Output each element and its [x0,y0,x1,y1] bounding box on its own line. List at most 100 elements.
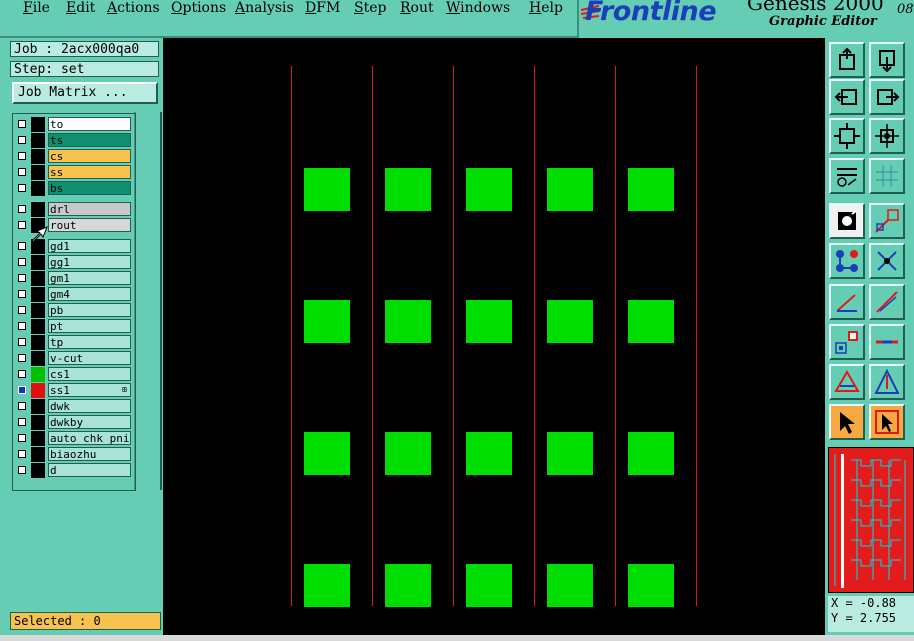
layer-row[interactable]: ts [13,133,133,148]
layer-checkbox[interactable] [18,242,26,250]
pad-feature[interactable] [547,168,593,211]
center-button[interactable] [869,118,905,154]
layer-row[interactable]: gg1 [13,255,133,270]
layer-row[interactable]: pb [13,303,133,318]
layer-row[interactable]: drl [13,202,133,217]
layer-checkbox[interactable] [18,136,26,144]
layer-checkbox[interactable] [18,386,26,394]
pad-add-button[interactable] [829,324,865,360]
layer-checkbox[interactable] [18,322,26,330]
pad-feature[interactable] [628,432,674,475]
measure-button[interactable] [829,158,865,194]
layer-name[interactable]: to [48,117,131,131]
menu-windows[interactable]: Windows [446,0,510,16]
layer-checkbox[interactable] [18,120,26,128]
pad-feature[interactable] [385,432,431,475]
layer-checkbox[interactable] [18,221,26,229]
menu-step[interactable]: Step [354,0,386,16]
menu-actions[interactable]: Actions [107,0,160,16]
layer-color-swatch[interactable] [31,165,45,180]
layer-name[interactable]: ss1 [48,383,131,397]
layer-checkbox[interactable] [18,402,26,410]
pan-right-button[interactable] [869,79,905,115]
pad-feature[interactable] [466,432,512,475]
layer-checkbox[interactable] [18,370,26,378]
menu-help[interactable]: Help [529,0,563,16]
layer-checkbox[interactable] [18,184,26,192]
layer-color-swatch[interactable] [31,447,45,462]
snap-button[interactable] [869,203,905,239]
pad-feature[interactable] [304,564,350,607]
layer-color-swatch[interactable] [31,319,45,334]
layer-checkbox[interactable] [18,274,26,282]
arrow-triangle-button[interactable] [869,364,905,400]
layer-checkbox[interactable] [18,418,26,426]
menu-edit[interactable]: Edit [66,0,95,16]
layer-color-swatch[interactable] [31,383,45,398]
layer-name[interactable]: pb [48,303,131,317]
layer-name[interactable]: cs1 [48,367,131,381]
layer-name[interactable]: bs [48,181,131,195]
layer-color-swatch[interactable] [31,367,45,382]
layer-color-swatch[interactable] [31,431,45,446]
layer-row[interactable]: biaozhu [13,447,133,462]
layer-color-swatch[interactable] [31,271,45,286]
layer-color-swatch[interactable] [31,415,45,430]
layer-checkbox[interactable] [18,434,26,442]
menu-rout[interactable]: Rout [400,0,434,16]
layer-row[interactable]: ss1 ⊞ [13,383,133,398]
layer-row[interactable]: dwk [13,399,133,414]
pad-feature[interactable] [547,432,593,475]
fit-button[interactable] [829,118,865,154]
pad-feature[interactable] [466,564,512,607]
layer-checkbox[interactable] [18,354,26,362]
pad-feature[interactable] [628,168,674,211]
grid-button[interactable] [869,158,905,194]
pointer-button[interactable] [829,404,865,440]
layer-color-swatch[interactable] [31,335,45,350]
layer-row[interactable]: dwkby [13,415,133,430]
graphic-canvas[interactable] [163,38,825,635]
layer-color-swatch[interactable] [31,149,45,164]
layer-name[interactable]: v-cut [48,351,131,365]
layer-name[interactable]: ts [48,133,131,147]
layer-name[interactable]: gm4 [48,287,131,301]
menu-file[interactable]: File [23,0,50,16]
feature-select-button[interactable] [829,203,865,239]
layer-name[interactable]: rout [48,218,131,232]
pan-left-button[interactable] [829,79,865,115]
menu-analysis[interactable]: Analysis [235,0,294,16]
layer-row[interactable]: cs1 [13,367,133,382]
pad-feature[interactable] [628,564,674,607]
layer-color-swatch[interactable] [31,133,45,148]
layer-checkbox[interactable] [18,168,26,176]
layer-row[interactable]: gm1 [13,271,133,286]
layer-color-swatch[interactable] [31,287,45,302]
layer-row[interactable]: auto_chk_pni [13,431,133,446]
pad-feature[interactable] [466,168,512,211]
layer-color-swatch[interactable] [31,181,45,196]
zoom-in-button[interactable] [829,42,865,78]
pad-feature[interactable] [547,564,593,607]
layer-name[interactable]: dwkby [48,415,131,429]
line-edit-button[interactable] [869,284,905,320]
layer-checkbox[interactable] [18,338,26,346]
pad-feature[interactable] [547,300,593,343]
layer-color-swatch[interactable] [31,463,45,478]
layer-name[interactable]: ss [48,165,131,179]
pad-feature[interactable] [466,300,512,343]
layer-name[interactable]: biaozhu [48,447,131,461]
cross-button[interactable] [869,243,905,279]
pad-feature[interactable] [304,432,350,475]
layer-row[interactable]: tp [13,335,133,350]
layer-checkbox[interactable] [18,152,26,160]
layer-checkbox[interactable] [18,258,26,266]
layer-name[interactable]: gm1 [48,271,131,285]
line-cut-button[interactable] [869,324,905,360]
layer-row[interactable]: pt [13,319,133,334]
zoom-out-button[interactable] [869,42,905,78]
layer-name[interactable]: tp [48,335,131,349]
layer-name[interactable]: auto_chk_pni [48,431,131,445]
pad-feature[interactable] [628,300,674,343]
layer-checkbox[interactable] [18,290,26,298]
